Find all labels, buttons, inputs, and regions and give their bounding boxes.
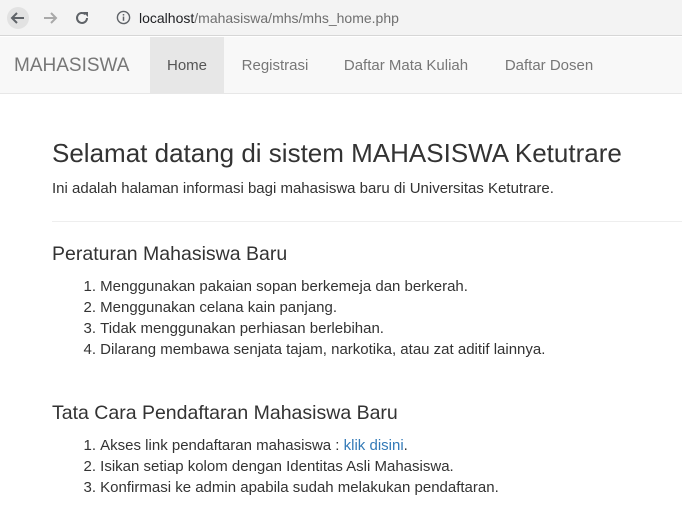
list-item: 3. Tidak menggunakan perhiasan berlebiha… (52, 320, 672, 341)
list-item-text: Tidak menggunakan perhiasan berlebihan. (100, 320, 384, 337)
browser-toolbar: localhost/mahasiswa/mhs/mhs_home.php (0, 0, 682, 36)
list-item-number: 1. (83, 278, 96, 295)
list-item-number: 4. (83, 341, 96, 358)
nav-item-daftar-dosen[interactable]: Daftar Dosen (488, 37, 610, 93)
nav-item-registrasi[interactable]: Registrasi (226, 37, 324, 93)
list-item-text: Konfirmasi ke admin apabila sudah melaku… (100, 479, 499, 496)
list-item-text: Dilarang membawa senjata tajam, narkotik… (100, 341, 546, 358)
list-item: 1. Menggunakan pakaian sopan berkemeja d… (52, 278, 672, 299)
divider (52, 221, 682, 222)
page-title: Selamat datang di sistem MAHASISWA Ketut… (52, 138, 622, 168)
nav-item-home[interactable]: Home (150, 37, 224, 93)
top-navbar: MAHASISWA Home Registrasi Daftar Mata Ku… (0, 37, 682, 94)
list-item: 3. Konfirmasi ke admin apabila sudah mel… (52, 479, 672, 500)
back-button[interactable] (7, 7, 29, 29)
rules-section-title: Peraturan Mahasiswa Baru (52, 243, 288, 265)
address-bar[interactable]: localhost/mahasiswa/mhs/mhs_home.php (139, 10, 399, 26)
page-lead: Ini adalah halaman informasi bagi mahasi… (52, 180, 554, 197)
list-item: 2. Menggunakan celana kain panjang. (52, 299, 672, 320)
list-item: 4. Dilarang membawa senjata tajam, narko… (52, 341, 672, 362)
list-item-number: 1. (83, 437, 96, 454)
navbar-brand[interactable]: MAHASISWA (14, 55, 129, 77)
list-item-number: 3. (83, 479, 96, 496)
forward-button[interactable] (39, 7, 61, 29)
url-host: localhost (139, 10, 195, 26)
back-arrow-icon (10, 12, 24, 24)
registration-section-title: Tata Cara Pendaftaran Mahasiswa Baru (52, 402, 398, 424)
list-item: 2. Isikan setiap kolom dengan Identitas … (52, 458, 672, 479)
nav-item-daftar-mata-kuliah[interactable]: Daftar Mata Kuliah (326, 37, 486, 93)
list-item-text: Isikan setiap kolom dengan Identitas Asl… (100, 458, 454, 475)
forward-arrow-icon (44, 12, 58, 24)
reload-button[interactable] (71, 7, 93, 29)
registration-link[interactable]: klik disini (344, 437, 404, 454)
step-text-end: . (403, 437, 408, 454)
registration-steps-list: 1. Akses link pendaftaran mahasiswa : kl… (52, 437, 672, 500)
site-info-icon[interactable] (116, 10, 131, 25)
list-item-number: 2. (83, 458, 96, 475)
list-item-text: Menggunakan celana kain panjang. (100, 299, 338, 316)
list-item-number: 3. (83, 320, 96, 337)
list-item: 1. Akses link pendaftaran mahasiswa : kl… (52, 437, 672, 458)
reload-icon (76, 11, 88, 24)
list-item-number: 2. (83, 299, 96, 316)
step-text: Akses link pendaftaran mahasiswa : (100, 437, 344, 454)
list-item-text: Menggunakan pakaian sopan berkemeja dan … (100, 278, 468, 295)
url-path: /mahasiswa/mhs/mhs_home.php (194, 10, 399, 26)
rules-list: 1. Menggunakan pakaian sopan berkemeja d… (52, 278, 672, 362)
list-item-text: Akses link pendaftaran mahasiswa : klik … (100, 437, 408, 458)
